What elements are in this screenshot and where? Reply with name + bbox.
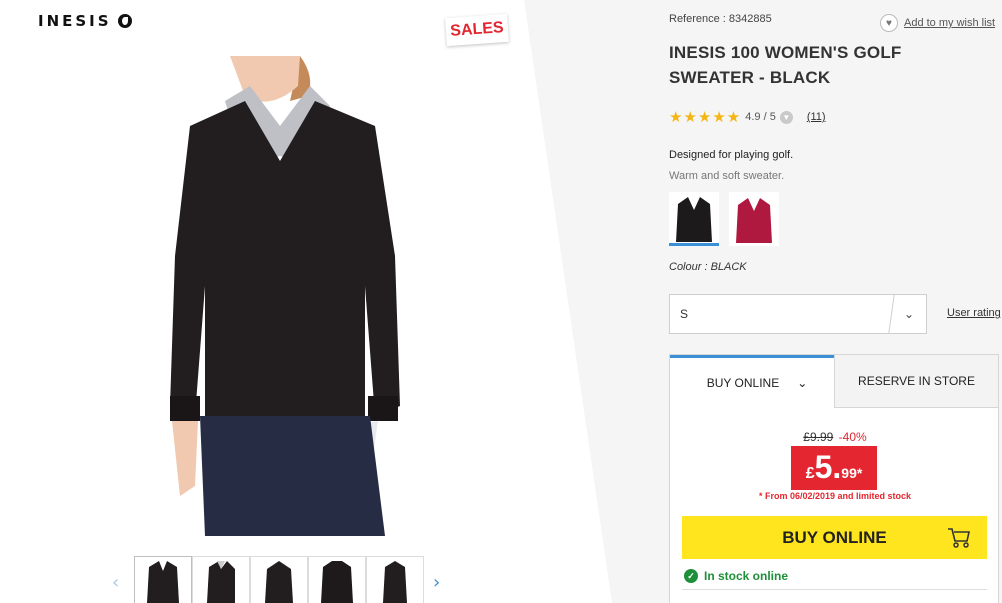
colour-swatch-burgundy[interactable] <box>729 192 779 246</box>
user-rating-link[interactable]: User rating <box>947 307 1001 319</box>
colour-swatches <box>669 192 779 246</box>
chevron-down-icon: ⌄ <box>903 307 915 321</box>
sales-badge: SALES <box>445 13 509 47</box>
chevron-down-icon[interactable]: ▼ <box>779 110 793 124</box>
thumbnail[interactable] <box>134 556 192 603</box>
gallery-next-arrow[interactable]: › <box>433 572 440 593</box>
product-reference: Reference : 8342885 <box>669 13 772 25</box>
brand-logo[interactable]: INESIS <box>38 12 132 30</box>
price-integer: 5. <box>814 449 842 485</box>
purchase-box: BUY ONLINE ⌄ RESERVE IN STORE £9.99 -40%… <box>669 354 999 603</box>
check-circle-icon: ✓ <box>684 569 698 583</box>
product-rating: ★★★★★ 4.9 / 5 ▼ (11) <box>669 108 826 126</box>
stock-status: ✓ In stock online <box>684 569 788 583</box>
colour-label: Colour : BLACK <box>669 261 747 273</box>
size-value: S <box>680 307 689 321</box>
tab-buy-online-label: BUY ONLINE <box>706 376 780 390</box>
stock-status-label: In stock online <box>704 569 789 583</box>
chevron-down-icon: ⌄ <box>797 376 808 390</box>
star-rating-icons: ★★★★★ <box>669 109 742 126</box>
thumbnail[interactable] <box>308 556 366 603</box>
logo-text: INESIS <box>38 12 112 30</box>
divider <box>682 589 987 590</box>
heart-icon: ♥ <box>880 14 898 32</box>
product-page: INESIS SALES ‹ › Reference: 8342885 ♥ A… <box>0 0 1002 603</box>
tab-reserve-in-store[interactable]: RESERVE IN STORE <box>834 355 998 408</box>
wishlist-link[interactable]: ♥ Add to my wish list <box>880 14 995 32</box>
wishlist-label: Add to my wish list <box>904 17 996 29</box>
logo-icon <box>117 14 132 28</box>
colour-swatch-black[interactable] <box>669 192 719 246</box>
size-select[interactable]: S ⌄ <box>669 294 927 334</box>
discount-percent: -40% <box>838 430 867 444</box>
gallery-prev-arrow[interactable]: ‹ <box>112 572 119 593</box>
description-line-2: Warm and soft sweater. <box>669 170 785 182</box>
purchase-tabs: BUY ONLINE ⌄ RESERVE IN STORE <box>670 355 998 408</box>
old-price-row: £9.99 -40% <box>670 430 1000 444</box>
buy-online-button[interactable]: BUY ONLINE <box>682 516 987 559</box>
thumbnail[interactable] <box>250 556 308 603</box>
review-count-link[interactable]: (11) <box>807 111 826 123</box>
thumbnail[interactable] <box>192 556 250 603</box>
product-main-image[interactable] <box>150 56 420 536</box>
thumbnail-strip <box>134 556 424 603</box>
thumbnail[interactable] <box>366 556 424 603</box>
product-title: INESIS 100 WOMEN'S GOLF SWEATER - BLACK <box>669 43 902 87</box>
current-price: £ 5. 99* <box>791 446 877 490</box>
description-line-1: Designed for playing golf. <box>669 149 794 161</box>
price-note: * From 06/02/2019 and limited stock <box>758 491 912 501</box>
buy-online-button-label: BUY ONLINE <box>782 527 887 547</box>
price-currency: £ <box>805 465 815 482</box>
cart-icon <box>948 528 970 548</box>
tab-buy-online[interactable]: BUY ONLINE ⌄ <box>670 355 834 408</box>
old-price: £9.99 <box>803 430 834 444</box>
rating-value: 4.9 / 5 <box>745 111 776 123</box>
price-decimal: 99* <box>841 465 863 481</box>
